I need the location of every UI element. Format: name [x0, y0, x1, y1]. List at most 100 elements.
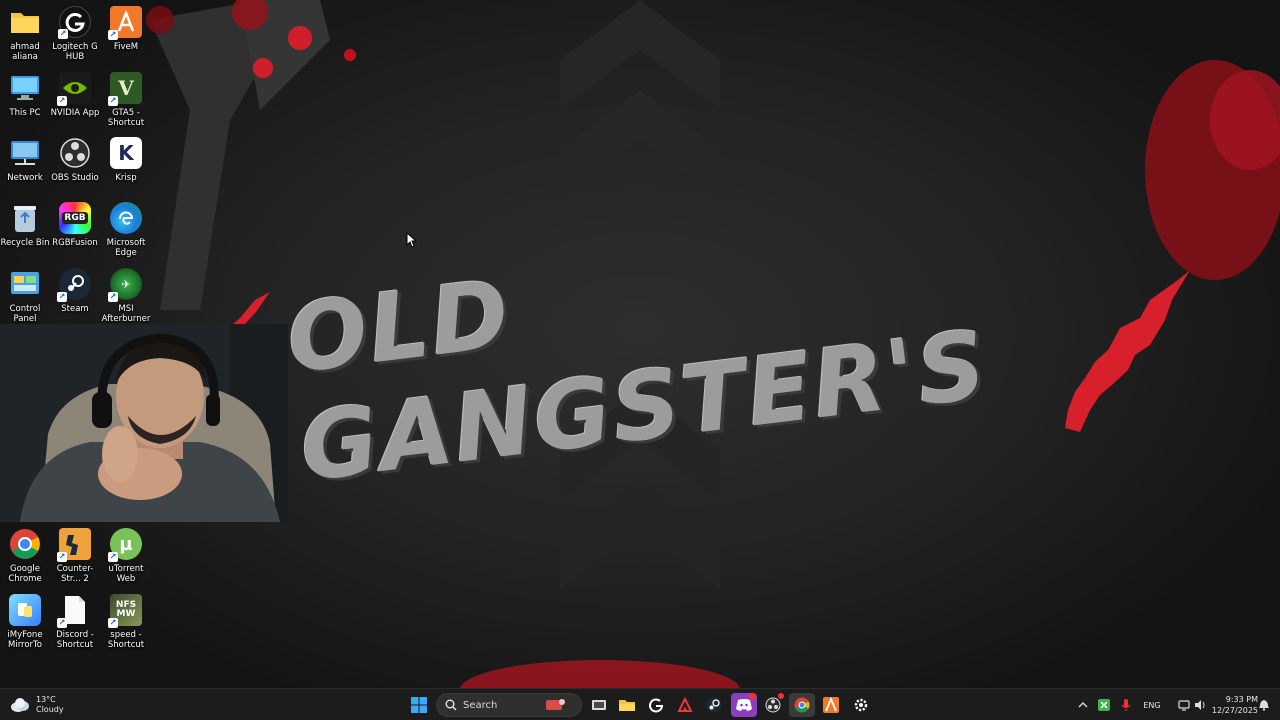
- taskbar-steelseries[interactable]: [848, 693, 874, 717]
- desktop-icon-logitech-g-hub[interactable]: ↗ Logitech G HUB: [49, 6, 101, 62]
- desktop-icon-counter-strike-2[interactable]: ↗ Counter-Str... 2: [49, 528, 101, 584]
- desktop-icon-krisp[interactable]: K Krisp: [100, 137, 152, 183]
- icon-label: Logitech G HUB: [52, 42, 98, 62]
- icon-label: Control Panel: [9, 304, 41, 324]
- weather-widget[interactable]: 13°C Cloudy: [10, 693, 64, 717]
- icon-label: uTorrent Web: [108, 564, 144, 584]
- tray-microphone[interactable]: [1116, 693, 1136, 717]
- icon-label: OBS Studio: [51, 173, 99, 183]
- start-button[interactable]: [406, 693, 432, 717]
- notification-dot: [749, 693, 756, 700]
- desktop-icon-fivem[interactable]: ↗ FiveM: [100, 6, 152, 52]
- webcam-feed: [0, 324, 288, 522]
- desktop-icon-network[interactable]: Network: [0, 137, 51, 183]
- logitech-icon: [649, 698, 664, 713]
- desktop-icon-nvidia-app[interactable]: ↗ NVIDIA App: [49, 72, 101, 118]
- task-view-icon: [592, 700, 606, 710]
- recycle-bin-icon: [9, 202, 41, 234]
- recording-dot: [778, 693, 784, 699]
- desktop-icon-ahmad-aliana[interactable]: ahmad aliana: [0, 6, 51, 62]
- tray-clock[interactable]: 9:33 PM 12/27/2025: [1202, 693, 1258, 717]
- search-highlight-icon: [546, 699, 565, 710]
- utorrent-icon: µ ↗: [108, 528, 142, 562]
- icon-label: Google Chrome: [8, 564, 42, 584]
- krisp-icon: K: [110, 137, 142, 169]
- taskbar-fivem[interactable]: [818, 693, 844, 717]
- icon-label: This PC: [9, 108, 41, 118]
- taskbar-file-explorer[interactable]: [614, 693, 640, 717]
- clock-date: 12/27/2025: [1211, 706, 1258, 715]
- language-indicator: ENG: [1143, 700, 1161, 710]
- chrome-icon: [9, 528, 41, 560]
- taskbar-steam[interactable]: [701, 693, 727, 717]
- fivem-icon: ↗: [108, 6, 142, 40]
- desktop-icon-control-panel[interactable]: Control Panel: [0, 268, 51, 324]
- desktop-icon-msi-afterburner[interactable]: ✈ ↗ MSI Afterburner: [100, 268, 152, 324]
- tray-language[interactable]: ENG: [1140, 693, 1164, 717]
- desktop-icon-discord-shortcut[interactable]: ↗ Discord - Shortcut: [49, 594, 101, 650]
- taskbar-google-chrome[interactable]: [789, 693, 815, 717]
- steam-icon: ↗: [57, 268, 91, 302]
- green-app-icon: [1098, 699, 1110, 711]
- show-hidden-icons-button[interactable]: [1071, 693, 1095, 717]
- taskbar-logitech-g-hub[interactable]: [643, 693, 669, 717]
- weather-condition: Cloudy: [36, 705, 64, 714]
- taskbar-discord[interactable]: [731, 693, 757, 717]
- discord-icon: [736, 699, 752, 711]
- obs-icon: [59, 137, 91, 169]
- nvidia-icon: ↗: [57, 72, 91, 106]
- monitor-icon: [9, 72, 41, 104]
- icon-label: Counter-Str... 2: [56, 564, 94, 584]
- icon-label: Krisp: [115, 173, 137, 183]
- desktop-icon-speed-shortcut[interactable]: NFS MW ↗ speed - Shortcut: [100, 594, 152, 650]
- cloud-icon: [11, 698, 29, 712]
- chrome-icon: [794, 697, 810, 713]
- tray-app-icon[interactable]: [1094, 693, 1114, 717]
- icon-label: speed - Shortcut: [107, 630, 145, 650]
- desktop-icon-gta5[interactable]: V ↗ GTA5 - Shortcut: [100, 72, 152, 128]
- desktop-icon-google-chrome[interactable]: Google Chrome: [0, 528, 51, 584]
- rgbfusion-icon: RGB: [59, 202, 91, 234]
- icon-label: Network: [7, 173, 43, 183]
- icon-label: FiveM: [113, 42, 139, 52]
- taskbar-valorant[interactable]: [672, 693, 698, 717]
- desktop-icon-microsoft-edge[interactable]: Microsoft Edge: [100, 202, 152, 258]
- network-icon: [9, 137, 41, 169]
- imyfone-icon: [9, 594, 41, 626]
- desktop-icon-recycle-bin[interactable]: Recycle Bin: [0, 202, 51, 248]
- steam-icon: [706, 697, 722, 713]
- file-explorer-icon: [619, 700, 635, 711]
- desktop-icon-imyfone-mirrorto[interactable]: iMyFone MirrorTo: [0, 594, 51, 650]
- counter-strike-icon: ↗: [57, 528, 91, 562]
- icon-label: iMyFone MirrorTo: [7, 630, 43, 650]
- obs-icon: [765, 697, 781, 713]
- control-panel-icon: [9, 268, 41, 300]
- search-icon: [445, 699, 457, 711]
- folder-icon: [9, 6, 41, 38]
- taskbar-search[interactable]: [436, 693, 582, 717]
- icon-label: Steam: [61, 304, 89, 314]
- icon-label: Discord - Shortcut: [56, 630, 94, 650]
- nfs-icon: NFS MW ↗: [108, 594, 142, 628]
- logitech-icon: ↗: [58, 6, 91, 39]
- red-game-icon: [677, 697, 693, 712]
- desktop-icon-this-pc[interactable]: This PC: [0, 72, 51, 118]
- taskbar-obs-studio[interactable]: [760, 693, 786, 717]
- edge-icon: [110, 202, 142, 234]
- desktop-icon-steam[interactable]: ↗ Steam: [49, 268, 101, 314]
- search-input[interactable]: [463, 699, 543, 711]
- notification-center-button[interactable]: [1254, 693, 1274, 717]
- icon-label: MSI Afterburner: [101, 304, 151, 324]
- microphone-icon: [1121, 699, 1131, 711]
- windows-logo-icon: [411, 697, 427, 713]
- taskbar-task-view[interactable]: [586, 693, 612, 717]
- desktop-icon-rgbfusion[interactable]: RGB RGBFusion: [49, 202, 101, 248]
- mouse-cursor-icon: [406, 232, 418, 248]
- icon-label: NVIDIA App: [50, 108, 100, 118]
- desktop-icon-utorrent-web[interactable]: µ ↗ uTorrent Web: [100, 528, 152, 584]
- desktop-icon-obs-studio[interactable]: OBS Studio: [49, 137, 101, 183]
- gta5-icon: V ↗: [108, 72, 142, 106]
- icon-label: Recycle Bin: [0, 238, 50, 248]
- fivem-icon: [823, 697, 839, 713]
- icon-label: RGBFusion: [52, 238, 98, 248]
